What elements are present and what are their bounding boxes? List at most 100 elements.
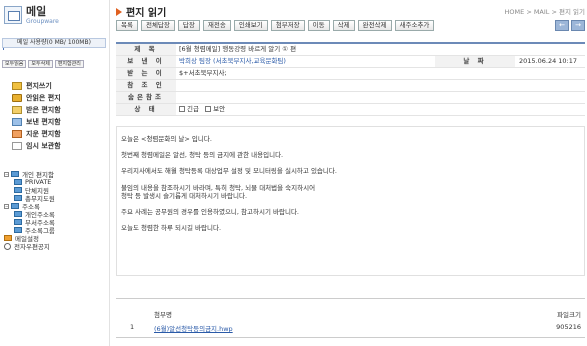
menu-item[interactable]: 받은 편지함 — [12, 104, 61, 116]
collapse-icon[interactable]: − — [4, 171, 9, 177]
page-title-row: 편지 읽기 — [116, 4, 166, 19]
page-title: 편지 읽기 — [126, 8, 167, 19]
toolbar-button[interactable]: 인쇄보기 — [233, 20, 268, 31]
bcc-label: 숨은참조 — [116, 92, 176, 103]
main-panel: 편지 읽기 HOME > MAIL > 편지 읽기 목록 전체답장 답장 재전송 인쇄보… — [116, 0, 587, 346]
attachment-size-header: 파일크기 — [557, 311, 581, 319]
mail-logo-icon — [4, 6, 22, 24]
toolbar-button[interactable]: 재전송 — [202, 20, 231, 31]
cc-row: 참 조 인 — [116, 80, 585, 92]
from-row: 보 낸 이 박희상 팀장 (서초북부지사,교육문화팀) 날 짜 2015.06.… — [116, 56, 585, 68]
mail-header-table: 제 목 [6월 청렴메일] 행동강령 바르게 알기 ① 편 보 낸 이 박희상 … — [116, 42, 585, 116]
status-row: 상 태 긴급 보안 — [116, 104, 585, 116]
body-paragraph: 오늘은 <청렴문화의 날> 입니다. — [121, 135, 212, 143]
logo-subtitle: Groupware — [26, 18, 59, 25]
toolbar-button[interactable]: 목록 — [116, 20, 138, 31]
folder-icon — [14, 179, 22, 185]
attachment-link[interactable]: (6월)알선청탁등의금지.hwp — [154, 323, 233, 333]
subject-value: [6월 청렴메일] 행동강령 바르게 알기 ① 편 — [179, 45, 297, 53]
sidebar-button[interactable]: 모두삭제 — [28, 60, 53, 68]
sender-link[interactable]: 박희상 팀장 (서초북부지사,교육문화팀) — [176, 56, 435, 67]
subject-label: 제 목 — [116, 44, 176, 55]
mail-usage-fill — [3, 48, 5, 50]
mail-usage-bar: 메일 사용량(0 MB/ 100MB) — [2, 38, 106, 50]
secure-checkbox[interactable] — [205, 106, 212, 112]
body-paragraph: 불임의 내용을 참조하시기 바라며, 특히 청탁, 뇌물 대처법을 숙지하시어 … — [121, 183, 316, 200]
unread-icon — [12, 94, 22, 102]
menu-item[interactable]: 편지쓰기 — [12, 80, 61, 92]
toolbar-button[interactable]: 답장 — [177, 20, 200, 31]
to-value: $+서초북부지사; — [179, 69, 227, 77]
folder-icon — [14, 195, 22, 201]
toolbar-button[interactable]: 새주소추가 — [394, 20, 435, 31]
tree-item[interactable]: − 개인 편지함 — [4, 170, 55, 179]
status-value: 긴급 보안 — [176, 104, 585, 115]
title-arrow-icon — [116, 7, 122, 16]
sidebar-button[interactable]: 모두읽음 — [2, 60, 27, 68]
urgent-label: 긴급 — [187, 105, 199, 113]
toolbar-button[interactable]: 이동 — [307, 20, 330, 31]
toolbar-button[interactable]: 완전삭제 — [357, 20, 392, 31]
cc-value — [176, 80, 585, 91]
attachment-number: 1 — [130, 323, 135, 331]
body-paragraph: 오늘도 청렴한 하루 되시길 바랍니다. — [121, 224, 222, 233]
menu-item[interactable]: 지운 편지함 — [12, 128, 61, 140]
menu-item[interactable]: 임시 보관함 — [12, 140, 61, 152]
mailbox-menu: 편지쓰기안읽은 편지받은 편지함보낸 편지함지운 편지함임시 보관함 — [12, 80, 61, 152]
date-value: 2015.06.24 10:17 — [519, 57, 578, 65]
status-label: 상 태 — [116, 104, 176, 115]
next-mail-button[interactable]: → — [571, 20, 585, 31]
settings-icon — [4, 235, 12, 241]
sidebar: 메일 Groupware 메일 사용량(0 MB/ 100MB) 모두읽음 모두삭… — [0, 0, 110, 346]
urgent-checkbox[interactable] — [179, 106, 185, 112]
trash-icon — [12, 130, 22, 138]
tree-item-label: 전자우편공지 — [14, 243, 50, 251]
folder-icon — [14, 187, 22, 193]
toolbar-button[interactable]: 전체답장 — [140, 20, 175, 31]
attachment-size: 905216 — [556, 323, 581, 331]
draft-icon — [12, 142, 22, 150]
collapse-icon[interactable]: − — [4, 203, 9, 209]
folder-icon — [14, 211, 22, 217]
compose-icon — [12, 82, 22, 90]
body-paragraph: 주요 사례는 공무원의 경우를 인용하였으니, 참고하시기 바랍니다. — [121, 208, 299, 217]
from-label: 보 낸 이 — [116, 56, 176, 67]
logo-title: 메일 — [26, 5, 47, 18]
sidebar-action-buttons: 모두읽음 모두삭제 편지함관리 — [2, 60, 84, 68]
mail-toolbar: 목록 전체답장 답장 재전송 인쇄보기 첨부저장 이동 삭제 완전삭제 새주소추가 — [116, 20, 435, 31]
menu-item[interactable]: 안읽은 편지 — [12, 92, 61, 104]
menu-item-label: 편지쓰기 — [26, 82, 52, 90]
folder-tree: − 개인 편지함 PRIVATE 단체지원 총무지도원 − 주소록 개인주소록 부서주소록 주소록… — [4, 170, 55, 251]
menu-item-label: 임시 보관함 — [26, 142, 61, 150]
mail-usage-label: 메일 사용량(0 MB/ 100MB) — [17, 39, 91, 46]
cc-label: 참 조 인 — [116, 80, 176, 91]
toolbar-button[interactable]: 삭제 — [332, 20, 355, 31]
folder-icon — [11, 171, 19, 177]
mail-body: 오늘은 <청렴문화의 날> 입니다. 첫번째 청렴메일은 알선, 청탁 등의 금지… — [116, 126, 585, 276]
folder-icon — [11, 203, 19, 209]
to-label: 받 는 이 — [116, 68, 176, 79]
sidebar-button[interactable]: 편지함관리 — [54, 60, 84, 68]
menu-item[interactable]: 보낸 편지함 — [12, 116, 61, 128]
toolbar-button[interactable]: 첨부저장 — [270, 20, 305, 31]
menu-item-label: 안읽은 편지 — [26, 94, 61, 102]
secure-label: 보안 — [213, 105, 226, 113]
body-paragraph: 우리지사에서도 해월 청탁등록 대상업무 설정 및 모니터링을 실시하고 있습니… — [121, 167, 337, 176]
to-row: 받 는 이 $+서초북부지사; — [116, 68, 585, 80]
mail-logo: 메일 Groupware — [4, 6, 59, 26]
bcc-value — [176, 92, 585, 103]
sent-icon — [12, 118, 22, 126]
mail-nav-buttons: ← → — [555, 20, 585, 31]
menu-item-label: 받은 편지함 — [26, 106, 61, 114]
breadcrumb: HOME > MAIL > 편지 읽기 — [504, 8, 585, 16]
menu-item-label: 보낸 편지함 — [26, 118, 61, 126]
notice-icon — [4, 242, 11, 250]
inbox-icon — [12, 106, 22, 114]
body-paragraph: 첫번째 청렴메일은 알선, 청탁 등의 금지에 관한 내용입니다. — [121, 151, 284, 160]
subject-row: 제 목 [6월 청렴메일] 행동강령 바르게 알기 ① 편 — [116, 44, 585, 56]
prev-mail-button[interactable]: ← — [555, 20, 569, 31]
tree-item[interactable]: 전자우편공지 — [4, 242, 55, 251]
folder-icon — [14, 219, 22, 225]
date-label: 날 짜 — [435, 56, 515, 67]
attachments-panel: 첨부명 파일크기 1 (6월)알선청탁등의금지.hwp 905216 — [116, 298, 585, 338]
